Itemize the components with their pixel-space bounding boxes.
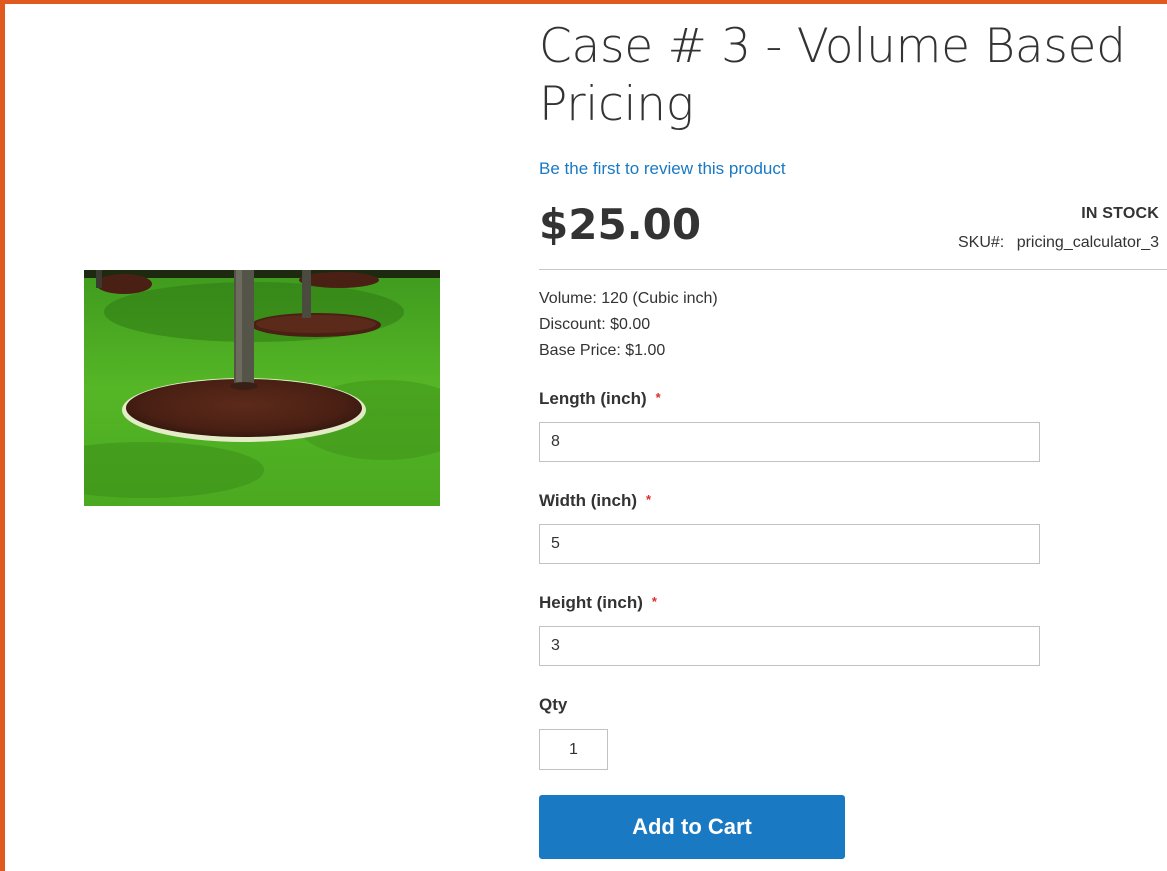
volume-text: Volume: 120 (Cubic inch) <box>539 290 718 307</box>
height-label-text: Height (inch) <box>539 593 643 612</box>
required-marker: * <box>655 390 661 405</box>
height-label: Height (inch) * <box>539 593 657 613</box>
product-title: Case # 3 - Volume Based Pricing <box>539 19 1126 132</box>
stock-status: IN STOCK <box>1081 205 1159 222</box>
length-input[interactable] <box>539 422 1040 462</box>
price-summary: Volume: 120 (Cubic inch) Discount: $0.00… <box>539 286 718 364</box>
product-image[interactable] <box>84 270 440 506</box>
add-to-cart-button[interactable]: Add to Cart <box>539 795 845 859</box>
height-input[interactable] <box>539 626 1040 666</box>
divider <box>539 269 1167 270</box>
sku-label: SKU#: <box>957 234 1005 251</box>
discount-text: Discount: $0.00 <box>539 316 651 333</box>
page-frame: Case # 3 - Volume Based Pricing Be the f… <box>0 0 1167 871</box>
width-label-text: Width (inch) <box>539 491 638 510</box>
product-price: $25.00 <box>539 200 702 249</box>
qty-label: Qty <box>539 695 568 714</box>
width-input[interactable] <box>539 524 1040 564</box>
required-marker: * <box>646 492 652 507</box>
qty-input[interactable] <box>539 729 608 770</box>
length-label: Length (inch) * <box>539 389 661 409</box>
length-label-text: Length (inch) <box>539 389 647 408</box>
base-price-text: Base Price: $1.00 <box>539 342 666 359</box>
width-label: Width (inch) * <box>539 491 651 511</box>
required-marker: * <box>651 594 657 609</box>
sku-value: pricing_calculator_3 <box>1016 234 1159 251</box>
sku: SKU#: pricing_calculator_3 <box>958 234 1159 252</box>
review-link[interactable]: Be the first to review this product <box>539 159 786 179</box>
